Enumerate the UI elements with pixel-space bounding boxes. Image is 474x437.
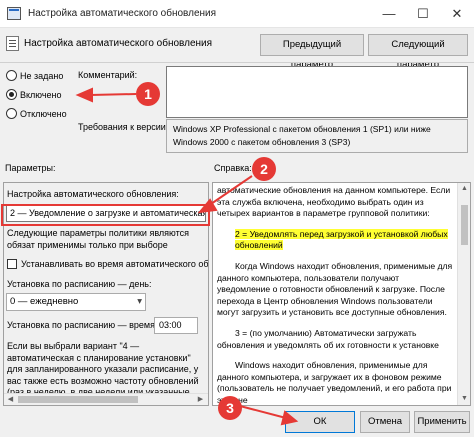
arrow-1-line xyxy=(89,93,137,96)
arrow-1-head xyxy=(75,87,93,103)
arrow-3-line xyxy=(239,405,287,419)
callout-3: 3 xyxy=(218,396,242,420)
arrow-3-head xyxy=(280,410,299,426)
callout-2: 2 xyxy=(252,157,276,181)
arrow-2-line xyxy=(207,175,253,207)
callout-1: 1 xyxy=(136,82,160,106)
config-highlight-box xyxy=(1,204,210,226)
